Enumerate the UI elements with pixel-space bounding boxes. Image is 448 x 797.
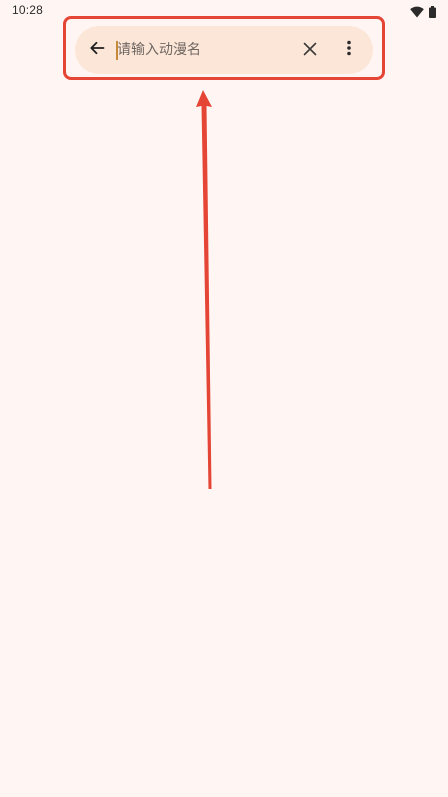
- annotation-arrow: [196, 90, 212, 489]
